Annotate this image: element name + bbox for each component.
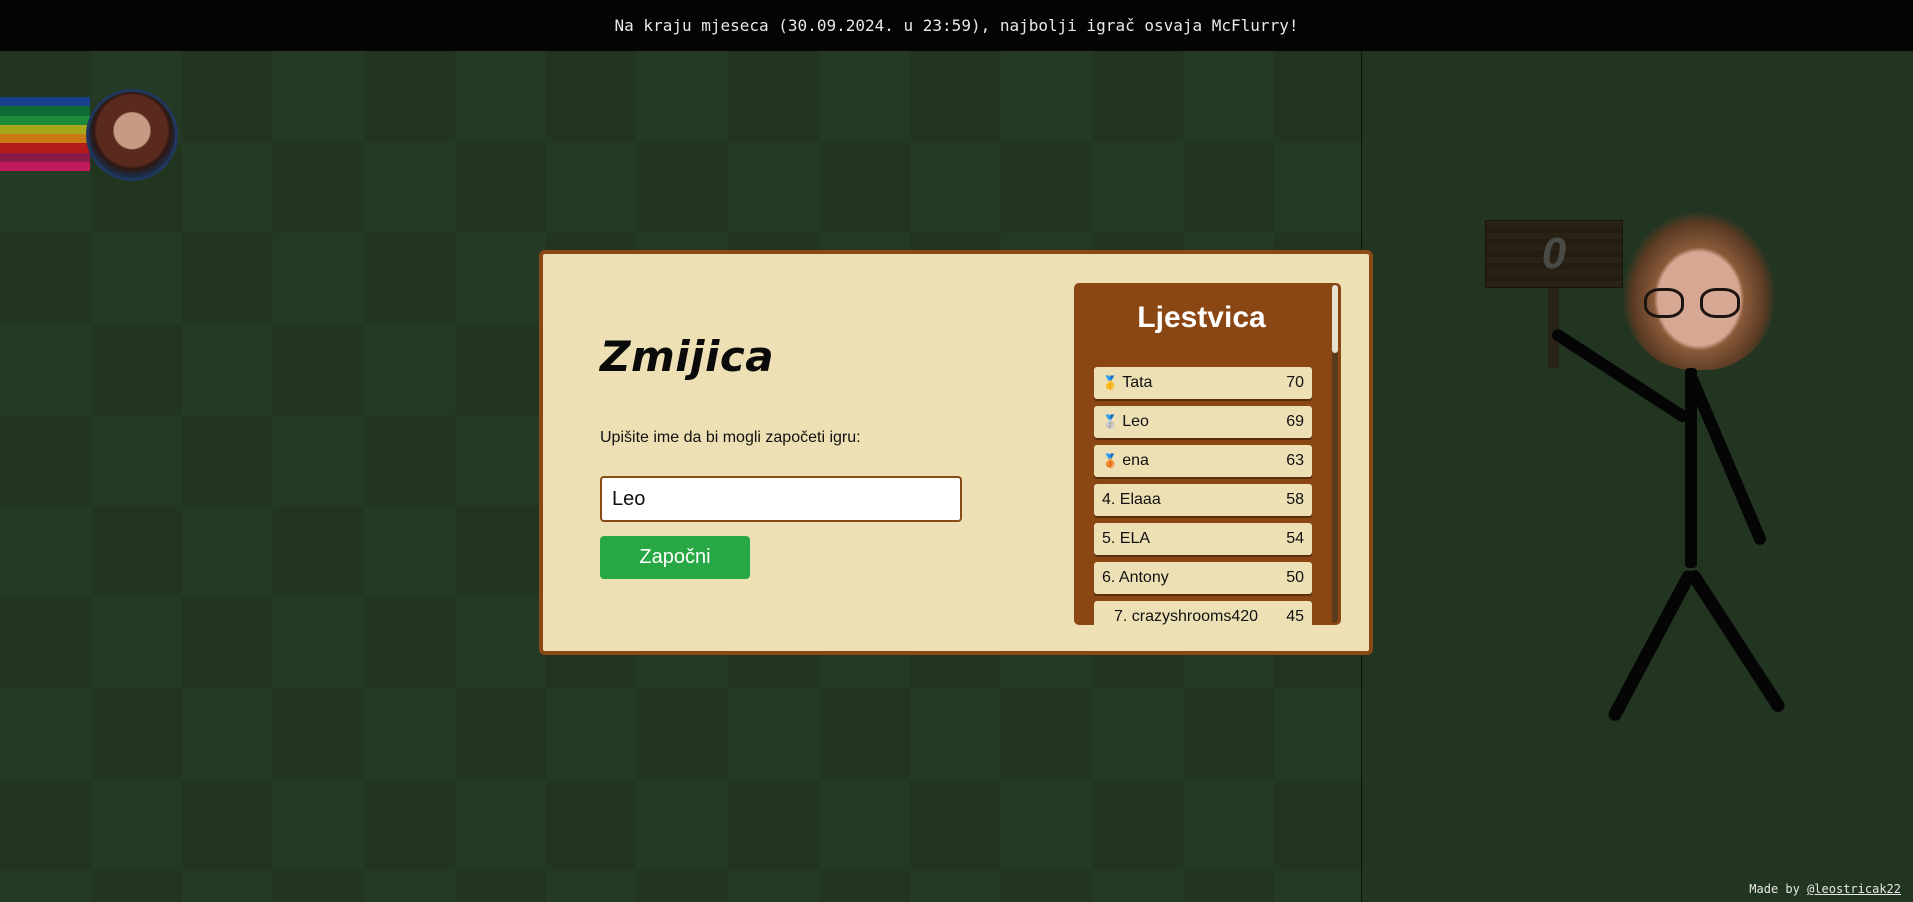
player-name: Leo [1122, 413, 1149, 430]
scrollbar-thumb[interactable] [1332, 285, 1338, 353]
snake-stripe [0, 115, 90, 125]
start-button[interactable]: Započni [600, 536, 750, 579]
credit-prefix: Made by [1749, 882, 1808, 896]
bronze-medal-icon: 🥉 [1102, 453, 1119, 468]
list-item: 🥉 ena 63 [1094, 445, 1312, 477]
gold-medal-icon: 🥇 [1102, 375, 1119, 390]
leaderboard-scrollbar[interactable] [1332, 285, 1338, 623]
list-item: 🥈 Leo 69 [1094, 406, 1312, 438]
list-item: 6. Antony 50 [1094, 562, 1312, 594]
player-name: ena [1122, 452, 1149, 469]
announcement-text: Na kraju mjeseca (30.09.2024. u 23:59), … [614, 16, 1299, 35]
player-score: 63 [1286, 452, 1304, 469]
game-title: Zmijica [600, 332, 775, 381]
start-modal: Zmijica Upišite ime da bi mogli započeti… [539, 250, 1373, 655]
snake-stripe [0, 152, 90, 162]
list-item: 4. Elaaa 58 [1094, 484, 1312, 516]
player-name: 7. crazyshrooms420 [1114, 608, 1259, 625]
player-score: 54 [1286, 530, 1304, 547]
snake-stripe [0, 124, 90, 134]
list-item: 5. ELA 54 [1094, 523, 1312, 555]
leaderboard: Ljestvica 🥇 Tata 70 🥈 Leo 69 🥉 ena 63 4. El… [1074, 283, 1341, 625]
snake-stripe [0, 97, 90, 107]
player-name: 6. Antony [1102, 569, 1169, 586]
snake-body [0, 97, 90, 171]
snake-stripe [0, 134, 90, 144]
name-input[interactable] [600, 476, 962, 522]
player-score: 50 [1286, 569, 1304, 586]
silver-medal-icon: 🥈 [1102, 414, 1119, 429]
player-score: 69 [1286, 413, 1304, 430]
leaderboard-title: Ljestvica [1137, 301, 1266, 334]
list-item: 🥇 Tata 70 [1094, 367, 1312, 399]
side-panel [1363, 51, 1913, 902]
glasses-icon [1644, 288, 1744, 318]
snake-head [86, 89, 178, 181]
announcement-banner: Na kraju mjeseca (30.09.2024. u 23:59), … [0, 0, 1913, 51]
score-sign: 0 [1485, 220, 1623, 288]
snake-stripe [0, 106, 90, 116]
score-value: 0 [1541, 229, 1567, 278]
snake-stripe [0, 161, 90, 171]
credit: Made by @leostricak22 [1749, 882, 1901, 896]
name-prompt: Upišite ime da bi mogli započeti igru: [600, 429, 861, 446]
player-score: 58 [1286, 491, 1304, 508]
snake-stripe [0, 143, 90, 153]
player-name: 5. ELA [1102, 530, 1151, 547]
player-name: Tata [1122, 374, 1153, 391]
list-item: 7. crazyshrooms420 45 [1094, 601, 1312, 625]
player-score: 70 [1286, 374, 1304, 391]
credit-link[interactable]: @leostricak22 [1807, 882, 1901, 896]
leaderboard-list: 🥇 Tata 70 🥈 Leo 69 🥉 ena 63 4. Elaaa 58 5. … [1094, 367, 1312, 625]
player-score: 45 [1286, 608, 1304, 625]
player-name: 4. Elaaa [1102, 491, 1161, 508]
